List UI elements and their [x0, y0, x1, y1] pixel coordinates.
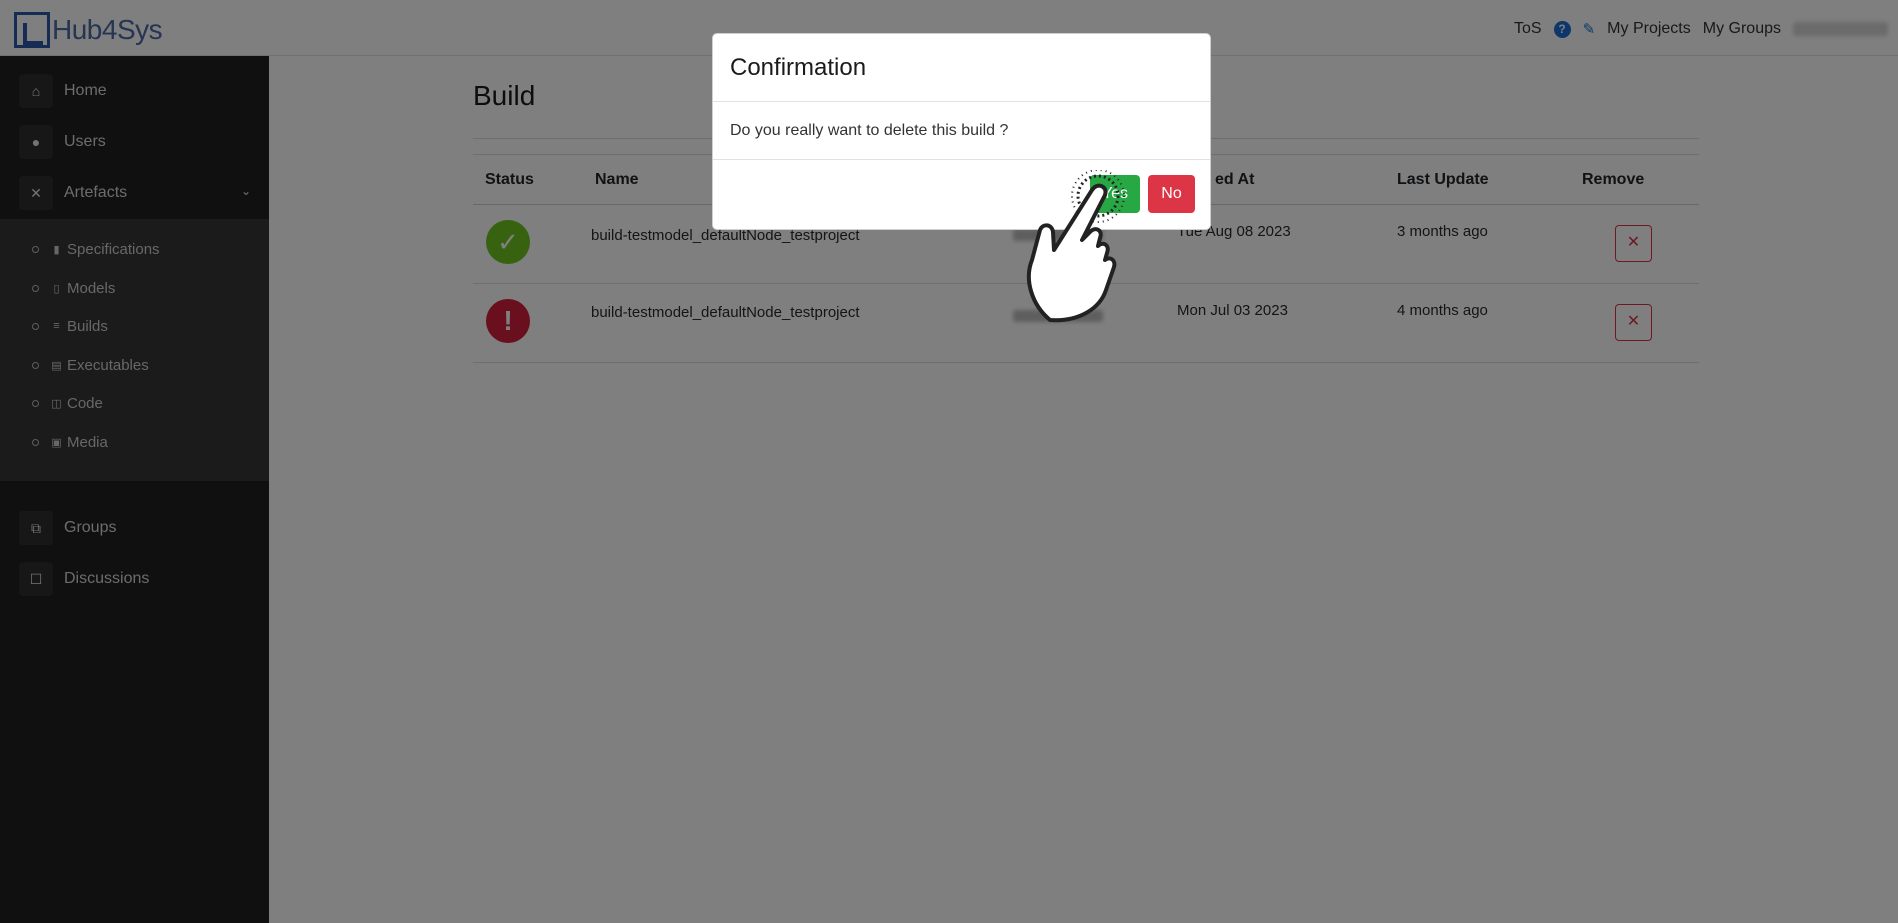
confirmation-dialog: Confirmation Do you really want to delet…: [712, 33, 1211, 230]
modal-message: Do you really want to delete this build …: [730, 122, 1009, 139]
hand-pointer-icon: [1026, 170, 1125, 323]
modal-title: Confirmation: [730, 54, 867, 81]
modal-header: Confirmation: [713, 34, 1210, 102]
divider: [713, 159, 1210, 160]
no-button[interactable]: No: [1148, 175, 1195, 213]
